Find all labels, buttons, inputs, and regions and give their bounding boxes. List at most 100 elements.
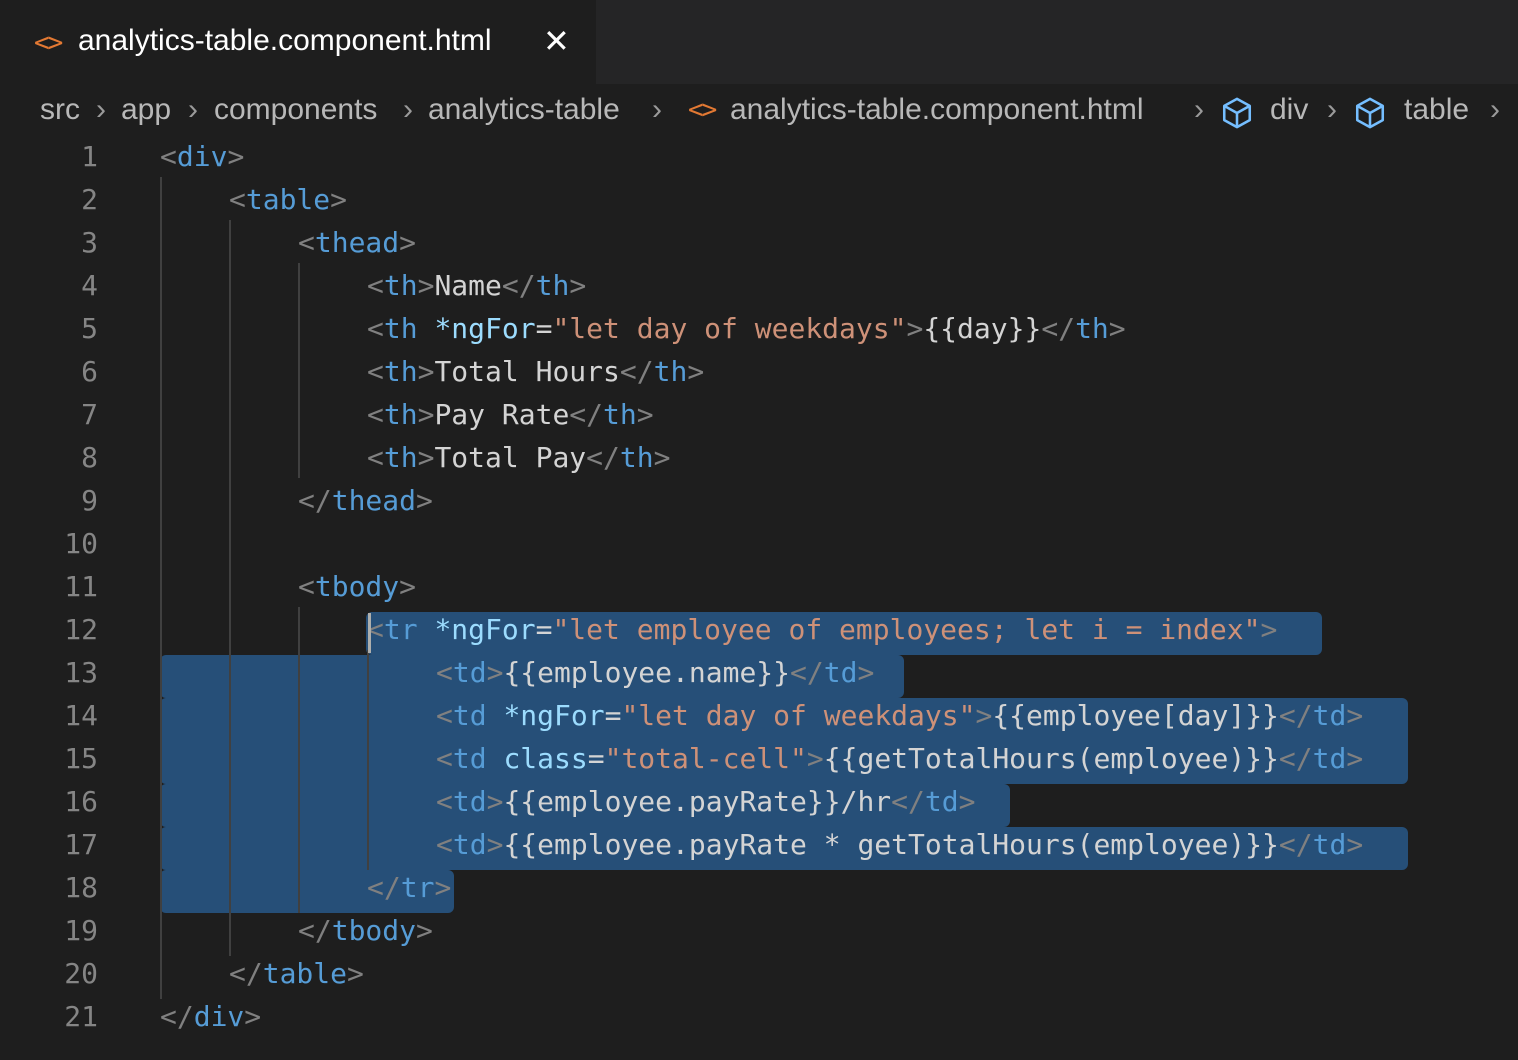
code-token: th	[383, 269, 418, 302]
code-token: <	[367, 355, 384, 388]
code-token: th	[383, 398, 418, 431]
code-text: <td>{{employee.payRate * getTotalHours(e…	[436, 823, 1363, 866]
text-cursor	[368, 613, 371, 653]
breadcrumb-item-table[interactable]: table	[1404, 93, 1469, 127]
breadcrumb-item-analytics-table[interactable]: analytics-table	[428, 93, 620, 127]
breadcrumb-item-src[interactable]: src	[40, 93, 80, 127]
code-editor[interactable]: 1 <div> 2 <table> 3 <thead> 4 <th>Name</th> 5 <th…	[0, 134, 1518, 1060]
code-token: <	[160, 140, 177, 173]
code-token: "total-cell"	[604, 742, 807, 775]
code-token: <	[436, 828, 453, 861]
line-number: 3	[81, 226, 98, 259]
code-line[interactable]: 12 <tr *ngFor="let employee of employees;…	[0, 608, 1518, 651]
code-line[interactable]: 18 </tr>	[0, 866, 1518, 909]
code-token: td	[452, 742, 487, 775]
code-line[interactable]: 14 <td *ngFor="let day of weekdays">{{emp…	[0, 694, 1518, 737]
code-line[interactable]: 13 <td>{{employee.name}}</td>	[0, 651, 1518, 694]
code-token: =	[604, 699, 622, 732]
code-line[interactable]: 4 <th>Name</th>	[0, 264, 1518, 307]
code-text: <tr *ngFor="let employee of employees; l…	[367, 608, 1277, 651]
code-token: {{employee.name}}	[503, 656, 791, 689]
code-text: <div>	[160, 135, 244, 178]
code-line[interactable]: 9 </thead>	[0, 479, 1518, 522]
code-token: "let day of weekdays"	[552, 312, 907, 345]
code-token: td	[1312, 742, 1347, 775]
breadcrumb: src › app › components › analytics-table…	[0, 84, 1518, 140]
code-line[interactable]: 15 <td class="total-cell">{{getTotalHours…	[0, 737, 1518, 780]
chevron-right-icon: ›	[403, 93, 413, 126]
code-line[interactable]: 19 </tbody>	[0, 909, 1518, 952]
code-text: <tbody>	[298, 565, 416, 608]
code-token: Total Hours	[434, 355, 620, 388]
code-line[interactable]: 20 </table>	[0, 952, 1518, 995]
close-icon[interactable]: ✕	[543, 22, 570, 60]
code-text: <table>	[229, 178, 347, 221]
code-token: <	[436, 699, 453, 732]
code-line[interactable]: 10	[0, 522, 1518, 565]
line-number: 11	[64, 570, 98, 603]
code-token: >	[417, 441, 435, 474]
code-line[interactable]: 17 <td>{{employee.payRate * getTotalHours…	[0, 823, 1518, 866]
code-token: >	[416, 914, 433, 947]
code-token: >	[653, 441, 671, 474]
code-token: </	[1041, 312, 1076, 345]
cube-icon	[1222, 97, 1252, 129]
code-token: td	[924, 785, 959, 818]
code-token: *ngFor	[434, 613, 536, 646]
code-token: class	[503, 742, 588, 775]
code-line[interactable]: 11 <tbody>	[0, 565, 1518, 608]
code-token: <	[436, 656, 453, 689]
editor-tab[interactable]: <> analytics-table.component.html ✕	[0, 0, 596, 84]
code-token: >	[857, 656, 875, 689]
code-token: </	[501, 269, 536, 302]
breadcrumb-item-app[interactable]: app	[121, 93, 171, 127]
breadcrumb-item-components[interactable]: components	[214, 93, 377, 127]
code-line[interactable]: 8 <th>Total Pay</th>	[0, 436, 1518, 479]
code-text: <td class="total-cell">{{getTotalHours(e…	[436, 737, 1363, 780]
code-token: td	[452, 828, 487, 861]
code-token: th	[1075, 312, 1109, 345]
code-text: </thead>	[298, 479, 433, 522]
code-line[interactable]: 2 <table>	[0, 178, 1518, 221]
code-token: th	[383, 355, 418, 388]
code-token: div	[176, 140, 228, 173]
code-token: >	[636, 398, 654, 431]
line-number: 5	[81, 312, 98, 345]
code-token: Pay Rate	[434, 398, 570, 431]
code-token: >	[486, 828, 504, 861]
code-token: thead	[331, 484, 417, 517]
line-number: 17	[64, 828, 98, 861]
code-text: <th>Total Hours</th>	[367, 350, 704, 393]
code-line[interactable]: 3 <thead>	[0, 221, 1518, 264]
code-token: {{getTotalHours(employee)}}	[823, 742, 1279, 775]
code-token: *ngFor	[503, 699, 605, 732]
breadcrumb-item-file[interactable]: analytics-table.component.html	[730, 93, 1144, 127]
code-line[interactable]: 6 <th>Total Hours</th>	[0, 350, 1518, 393]
code-text: </table>	[229, 952, 364, 995]
code-token: Total Pay	[434, 441, 587, 474]
code-token: tr	[400, 871, 435, 904]
code-token: =	[587, 742, 605, 775]
code-line[interactable]: 7 <th>Pay Rate</th>	[0, 393, 1518, 436]
code-line[interactable]: 1 <div>	[0, 135, 1518, 178]
breadcrumb-item-div[interactable]: div	[1270, 93, 1308, 127]
code-token: <	[436, 785, 453, 818]
code-token: th	[383, 441, 418, 474]
code-token: th	[619, 441, 654, 474]
code-token: >	[417, 269, 435, 302]
code-token: >	[417, 355, 435, 388]
chevron-right-icon: ›	[96, 93, 106, 126]
code-token: >	[486, 785, 504, 818]
code-token: </	[367, 871, 401, 904]
code-token: table	[262, 957, 348, 990]
code-token: Name	[434, 269, 502, 302]
code-token: </	[1278, 742, 1313, 775]
code-line[interactable]: 21 </div>	[0, 995, 1518, 1038]
code-line[interactable]: 5 <th *ngFor="let day of weekdays">{{day}…	[0, 307, 1518, 350]
code-token: >	[1346, 828, 1364, 861]
code-token: div	[193, 1000, 245, 1033]
code-token: </	[891, 785, 925, 818]
tab-bar: <> analytics-table.component.html ✕	[0, 0, 1518, 84]
code-line[interactable]: 16 <td>{{employee.payRate}}/hr</td>	[0, 780, 1518, 823]
